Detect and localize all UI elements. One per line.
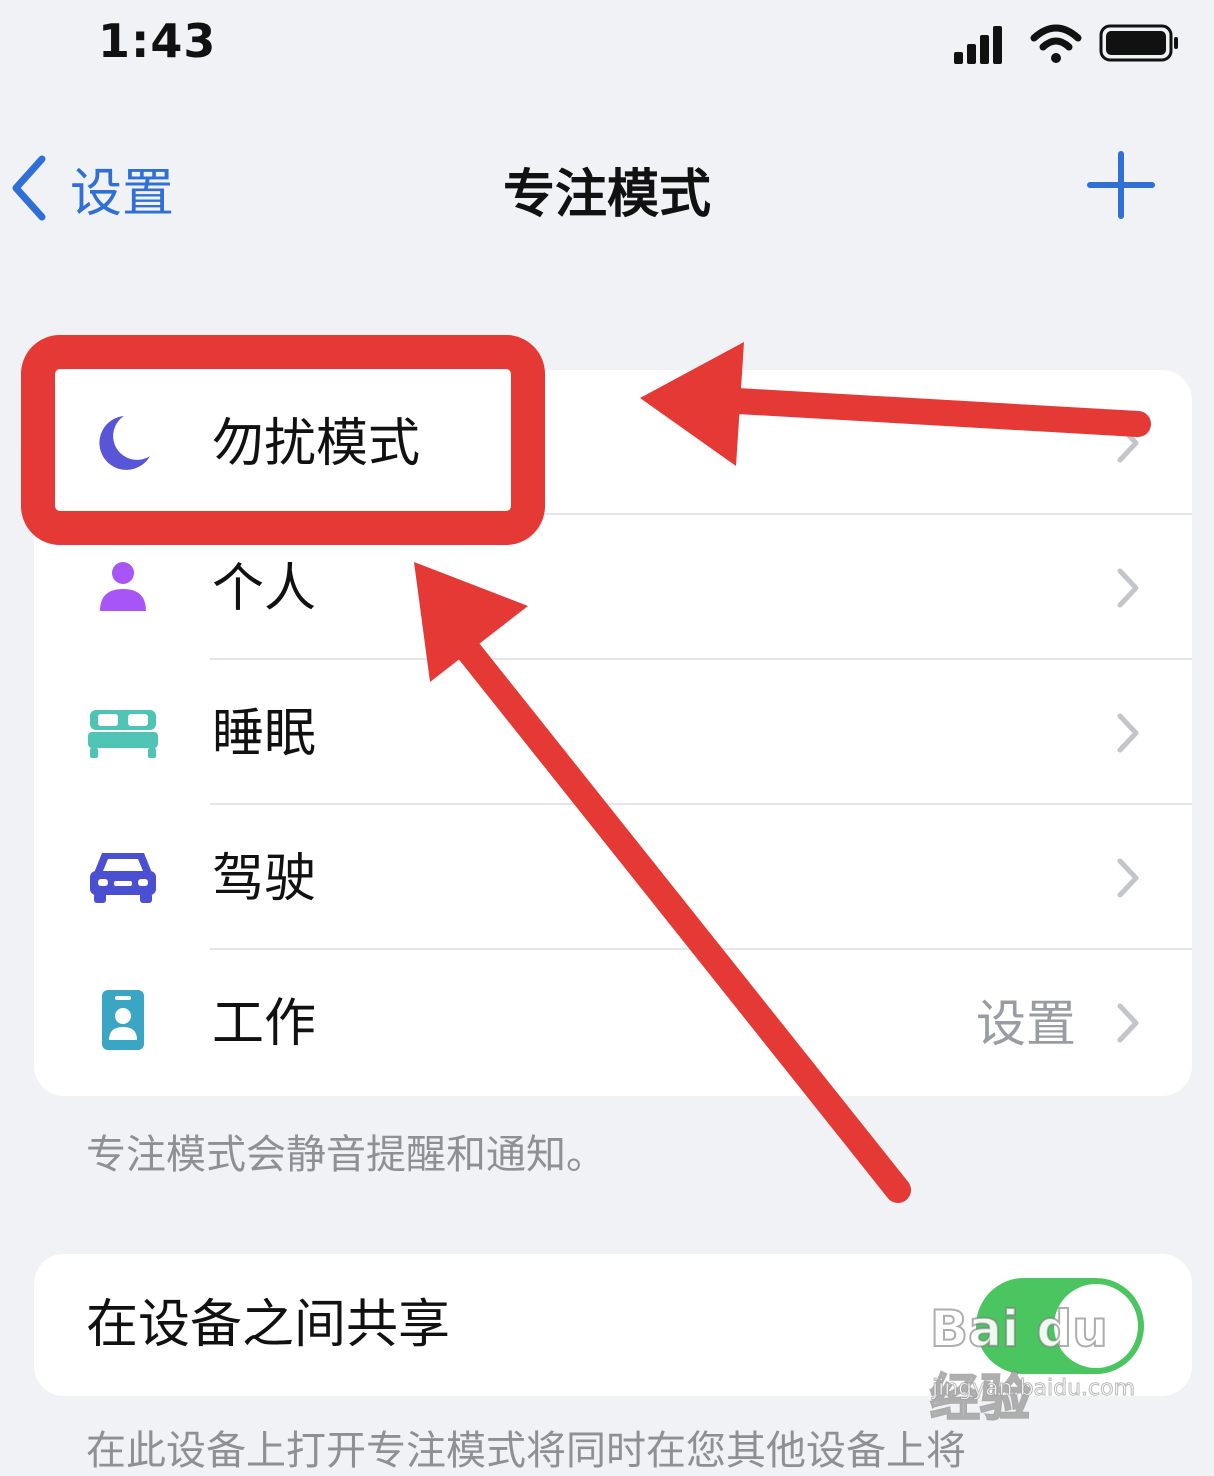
toggle-knob xyxy=(1054,1284,1138,1368)
bed-icon xyxy=(88,710,158,758)
status-time: 1:43 xyxy=(98,14,217,68)
focus-row-label: 个人 xyxy=(212,559,317,619)
focus-row-sleep[interactable]: 睡眠 xyxy=(34,660,1192,805)
chevron-right-icon xyxy=(1117,1003,1139,1043)
focus-row-label: 驾驶 xyxy=(212,849,317,909)
chevron-right-icon xyxy=(1117,713,1139,753)
page-title: 专注模式 xyxy=(502,165,711,225)
focus-row-do-not-disturb[interactable]: 勿扰模式 xyxy=(34,370,1192,515)
person-icon xyxy=(100,562,146,611)
chevron-right-icon xyxy=(1117,858,1139,898)
focus-mode-list: 勿扰模式 个人 睡眠 驾驶 工作 设置 xyxy=(34,370,1192,1096)
focus-row-label: 工作 xyxy=(212,994,317,1054)
focus-row-label: 睡眠 xyxy=(212,704,317,764)
focus-row-driving[interactable]: 驾驶 xyxy=(34,805,1192,950)
moon-icon xyxy=(99,416,150,470)
share-label: 在设备之间共享 xyxy=(86,1295,451,1355)
wifi-icon xyxy=(1030,24,1082,63)
id-badge-icon xyxy=(102,990,144,1050)
focus-row-work[interactable]: 工作 设置 xyxy=(34,950,1192,1095)
plus-icon[interactable] xyxy=(1086,150,1156,220)
car-icon xyxy=(90,853,156,903)
share-description: 在此设备上打开专注模式将同时在您其他设备上将 xyxy=(86,1428,966,1474)
cellular-signal-icon xyxy=(954,26,1002,64)
share-toggle[interactable] xyxy=(976,1278,1144,1374)
chevron-right-icon xyxy=(1117,423,1139,463)
navigation-bar: 设置 专注模式 xyxy=(0,130,1214,240)
focus-footnote: 专注模式会静音提醒和通知。 xyxy=(86,1132,606,1178)
focus-row-value: 设置 xyxy=(976,995,1076,1053)
battery-icon xyxy=(1099,24,1178,62)
focus-row-personal[interactable]: 个人 xyxy=(34,515,1192,660)
focus-row-label: 勿扰模式 xyxy=(212,414,421,474)
status-bar: 1:43 xyxy=(0,0,1214,90)
share-across-devices-row: 在设备之间共享 xyxy=(34,1254,1192,1396)
chevron-right-icon xyxy=(1117,568,1139,608)
status-icons xyxy=(954,24,1178,64)
